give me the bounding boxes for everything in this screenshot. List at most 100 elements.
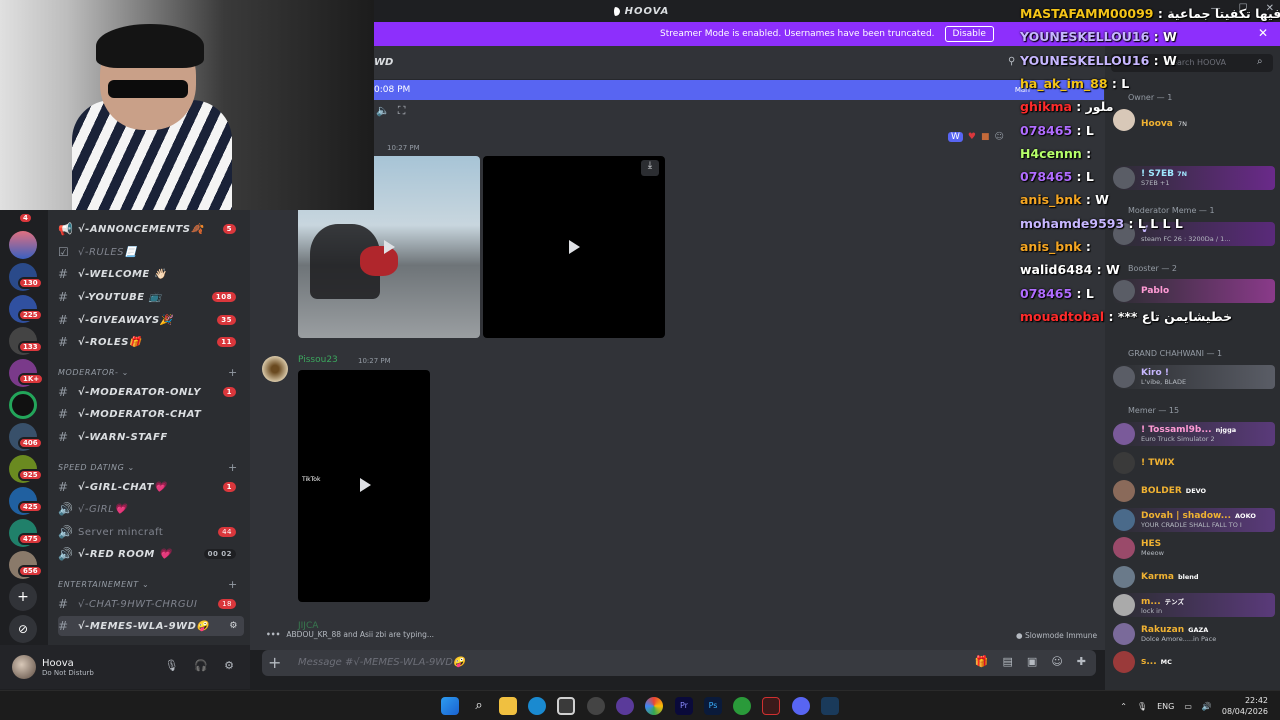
member-item[interactable]: BOLDER DEVO bbox=[1113, 479, 1275, 503]
pin-icon[interactable]: ⚲ bbox=[1008, 56, 1015, 67]
voice-channel-item[interactable]: 🔊 √-GIRL💗 bbox=[58, 499, 244, 519]
discover-icon[interactable]: ⊘ bbox=[9, 615, 37, 643]
member-item[interactable]: HES Meeow bbox=[1113, 536, 1275, 560]
premiere-icon[interactable]: Pr bbox=[675, 697, 693, 715]
channel-name: √-MEMES-WLA-9WD🤪 bbox=[78, 620, 210, 632]
channel-item[interactable]: 📢 √-ANNONCEMENTS🍂 5 bbox=[58, 219, 244, 239]
voice-channel-item[interactable]: 🔊 Server mincraft 44 bbox=[58, 522, 244, 542]
start-icon[interactable] bbox=[441, 697, 459, 715]
channel-item[interactable]: # √-WELCOME 👋🏻 bbox=[58, 264, 244, 284]
member-item[interactable]: Karma blend bbox=[1113, 565, 1275, 589]
message-input[interactable]: Message #√-MEMES-WLA-9WD🤪 bbox=[298, 657, 465, 668]
overlay-separator: : bbox=[1072, 122, 1086, 138]
hash-icon: # bbox=[58, 267, 69, 281]
category-entertainment[interactable]: ENTERTAINEMENT ⌄ + bbox=[58, 578, 237, 591]
network-icon[interactable]: ▭ bbox=[1184, 702, 1192, 711]
user-settings-icon[interactable]: ⚙ bbox=[224, 659, 234, 672]
member-name: Dovah | shadow... bbox=[1141, 510, 1232, 521]
member-item[interactable]: Dovah | shadow... AOKO YOUR CRADLE SHALL F… bbox=[1113, 507, 1275, 532]
category-moderator[interactable]: MODERATOR- ⌄ + bbox=[58, 366, 237, 379]
channel-item-selected[interactable]: # √-MEMES-WLA-9WD🤪 ⚙ bbox=[58, 616, 244, 636]
store-icon[interactable] bbox=[557, 697, 575, 715]
member-item[interactable]: Rakuzan GAZA Dolce Amore.....in Pace bbox=[1113, 622, 1275, 646]
reaction-heart-icon[interactable]: ♥ bbox=[968, 132, 976, 142]
chatgpt-icon[interactable] bbox=[587, 697, 605, 715]
add-channel-icon[interactable]: + bbox=[228, 366, 238, 379]
member-item[interactable]: s... MC bbox=[1113, 650, 1275, 674]
gif-icon[interactable]: ▤ bbox=[1003, 655, 1013, 668]
overlay-message: فيها تكفيتا جماعية bbox=[1167, 6, 1280, 21]
chrome-icon[interactable] bbox=[645, 697, 663, 715]
member-item[interactable]: ! TWIX bbox=[1113, 451, 1275, 475]
member-name: ! Tossaml9b... bbox=[1141, 425, 1212, 435]
emoji-icon[interactable]: ☺ bbox=[1051, 655, 1062, 668]
channel-item[interactable]: # √-ROLES🎁 11 bbox=[58, 332, 244, 352]
apps-icon[interactable]: ✚ bbox=[1077, 655, 1086, 668]
member-item[interactable]: m... テンズ lock in bbox=[1113, 593, 1275, 617]
member-tag: テンズ bbox=[1164, 597, 1185, 606]
video-attachment[interactable]: ⤓ bbox=[483, 156, 665, 338]
add-channel-icon[interactable]: + bbox=[228, 461, 238, 474]
play-icon[interactable] bbox=[384, 240, 395, 254]
channel-item[interactable]: # √-GIRL-CHAT💗 1 bbox=[58, 477, 244, 497]
channel-item[interactable]: # √-GIVEAWAYS🎉 35 bbox=[58, 310, 244, 330]
member-activity: YOUR CRADLE SHALL FALL TO I bbox=[1141, 520, 1242, 529]
messenger-icon[interactable] bbox=[616, 697, 634, 715]
channel-item[interactable]: # √-YOUTUBE 📺 108 bbox=[58, 287, 244, 307]
channel-item[interactable]: # √-MODERATOR-ONLY 1 bbox=[58, 382, 244, 402]
file-explorer-icon[interactable] bbox=[499, 697, 517, 715]
message-composer[interactable]: + Message #√-MEMES-WLA-9WD🤪 🎁 ▤ ▣ ☺ ✚ bbox=[262, 650, 1096, 676]
avatar[interactable] bbox=[12, 655, 36, 679]
search-icon[interactable]: ⌕ bbox=[470, 697, 488, 715]
steam-icon[interactable] bbox=[821, 697, 839, 715]
avatar[interactable] bbox=[262, 356, 288, 382]
add-channel-icon[interactable]: + bbox=[228, 578, 238, 591]
channel-name: √-RED ROOM 💗 bbox=[78, 548, 172, 560]
member-item[interactable]: ! Tossaml9b... njgga Euro Truck Simulator … bbox=[1113, 422, 1275, 446]
add-server-icon[interactable]: + bbox=[9, 583, 37, 611]
overlay-separator: : bbox=[1092, 262, 1106, 278]
tiktok-video-attachment[interactable]: TikTok bbox=[298, 370, 430, 602]
message-author[interactable]: Pissou23 bbox=[298, 355, 338, 365]
channel-item[interactable]: # √-MODERATOR-CHAT bbox=[58, 404, 244, 424]
play-icon[interactable] bbox=[360, 478, 371, 492]
server-logo-icon bbox=[610, 6, 620, 16]
channel-item[interactable]: ☑ √-RULES📃 bbox=[58, 242, 244, 262]
microphone-icon[interactable]: 🎙 bbox=[164, 659, 178, 672]
discord-icon[interactable] bbox=[792, 697, 810, 715]
voice-channel-item[interactable]: 🔊 √-RED ROOM 💗 00 02 bbox=[58, 544, 244, 564]
gift-icon[interactable]: 🎁 bbox=[975, 655, 989, 668]
fullscreen-icon[interactable]: ⛶ bbox=[398, 104, 406, 118]
category-speed-dating[interactable]: SPEED DATING ⌄ + bbox=[58, 461, 237, 474]
sticker-icon[interactable]: ▣ bbox=[1027, 655, 1037, 668]
member-item[interactable]: Kiro ! L'vibe, BLADE bbox=[1113, 365, 1275, 389]
headphones-icon[interactable]: 🎧 bbox=[194, 659, 208, 672]
typing-dots-icon: ••• bbox=[266, 630, 281, 639]
download-icon[interactable]: ⤓ bbox=[641, 160, 659, 176]
channel-item[interactable]: # √-CHAT-9HWT-CHRGUI 18 bbox=[58, 594, 244, 614]
channel-name: Server mincraft bbox=[78, 526, 164, 538]
reaction-emoji-icon[interactable]: ■ bbox=[981, 132, 990, 142]
obs-icon[interactable] bbox=[762, 697, 780, 715]
channel-item[interactable]: # √-WARN-STAFF bbox=[58, 427, 244, 447]
server-icon[interactable] bbox=[9, 231, 37, 259]
photoshop-icon[interactable]: Ps bbox=[704, 697, 722, 715]
mention-badge: 475 bbox=[18, 533, 43, 545]
avatar bbox=[1113, 565, 1135, 588]
add-reaction-icon[interactable]: ☺ bbox=[995, 132, 1004, 142]
reaction-w[interactable]: W bbox=[948, 132, 963, 142]
attach-plus-icon[interactable]: + bbox=[268, 653, 281, 672]
disable-streamer-button[interactable]: Disable bbox=[944, 26, 994, 42]
mic-tray-icon[interactable]: 🎙 bbox=[1137, 702, 1147, 711]
play-icon[interactable] bbox=[569, 240, 580, 254]
volume-tray-icon[interactable]: 🔊 bbox=[1202, 702, 1212, 711]
language-indicator[interactable]: ENG bbox=[1157, 702, 1174, 711]
edge-icon[interactable] bbox=[528, 697, 546, 715]
chevron-up-icon[interactable]: ⌃ bbox=[1120, 702, 1127, 711]
overlay-chat-line: 078465 : L bbox=[1020, 169, 1094, 184]
xbox-icon[interactable] bbox=[733, 697, 751, 715]
server-icon[interactable] bbox=[9, 391, 37, 419]
clock[interactable]: 22:42 08/04/2026 bbox=[1222, 695, 1268, 717]
volume-icon[interactable]: 🔈 bbox=[376, 104, 390, 118]
settings-icon[interactable]: ⚙ bbox=[229, 621, 238, 631]
